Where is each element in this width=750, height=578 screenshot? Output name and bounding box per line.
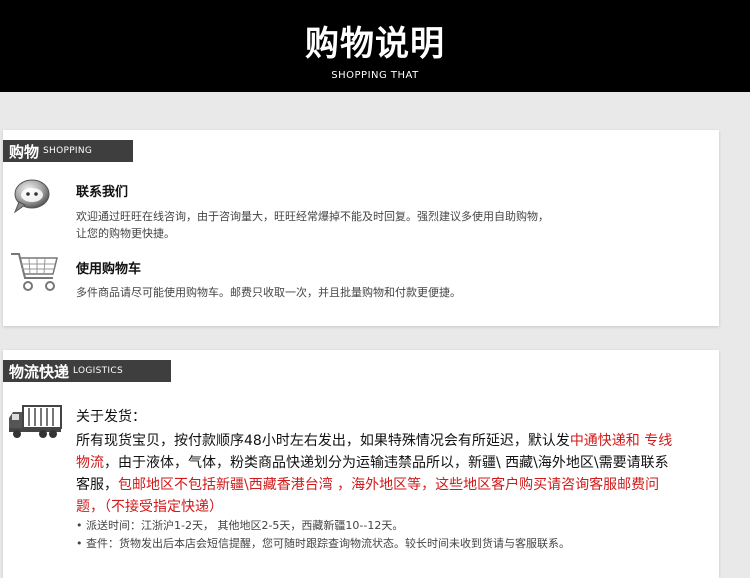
shopping-section-tag: 购物 SHOPPING <box>3 140 133 162</box>
chat-bubble-icon <box>13 179 50 214</box>
cart-line-1: 多件商品请尽可能使用购物车。邮费只收取一次，并且批量购物和付款更便捷。 <box>76 286 461 299</box>
shopping-tag-en: SHOPPING <box>43 146 93 156</box>
logistics-section-tag: 物流快递 LOGISTICS <box>3 360 171 382</box>
delivery-time-note: • 派送时间：江浙沪1-2天， 其他地区2-5天，西藏新疆10--12天。 <box>76 519 404 532</box>
page-subtitle: SHOPPING THAT <box>331 70 419 81</box>
tracking-note: • 查件：货物发出后本店会短信提醒，您可随时跟踪查询物流状态。较长时间未收到货请… <box>76 537 570 550</box>
shipping-text-red-2: 包邮地区不包括新疆\西藏香港台湾 ，海外地区等，这些地区客户购买请咨询客服邮费问… <box>76 477 660 515</box>
truck-icon <box>9 405 62 438</box>
logistics-section: 物流快递 LOGISTICS 关于发货： 所有现货宝贝，按付款顺序48小时左右发… <box>3 350 719 578</box>
contact-title: 联系我们 <box>76 185 129 200</box>
shipping-paragraph: 所有现货宝贝，按付款顺序48小时左右发出，如果特殊情况会有所延迟，默认发中通快递… <box>76 430 676 518</box>
logistics-tag-en: LOGISTICS <box>73 366 123 376</box>
contact-line-1: 欢迎通过旺旺在线咨询，由于咨询量大，旺旺经常爆掉不能及时回复。强烈建议多使用自助… <box>76 210 549 223</box>
shipping-heading: 关于发货： <box>76 409 146 425</box>
page-title: 购物说明 <box>305 24 445 64</box>
shopping-section: 购物 SHOPPING 联系我们 欢迎通过旺旺在线咨询，由于咨询量大，旺旺经常爆… <box>3 130 719 326</box>
shopping-tag-cn: 购物 <box>9 142 40 161</box>
page-header: 购物说明 SHOPPING THAT <box>0 0 750 92</box>
shipping-text-1: 所有现货宝贝，按付款顺序48小时左右发出，如果特殊情况会有所延迟，默认发 <box>76 433 570 449</box>
cart-title: 使用购物车 <box>76 262 142 277</box>
logistics-tag-cn: 物流快递 <box>9 362 70 381</box>
contact-line-2: 让您的购物更快捷。 <box>76 227 175 240</box>
shopping-cart-icon <box>11 253 58 291</box>
